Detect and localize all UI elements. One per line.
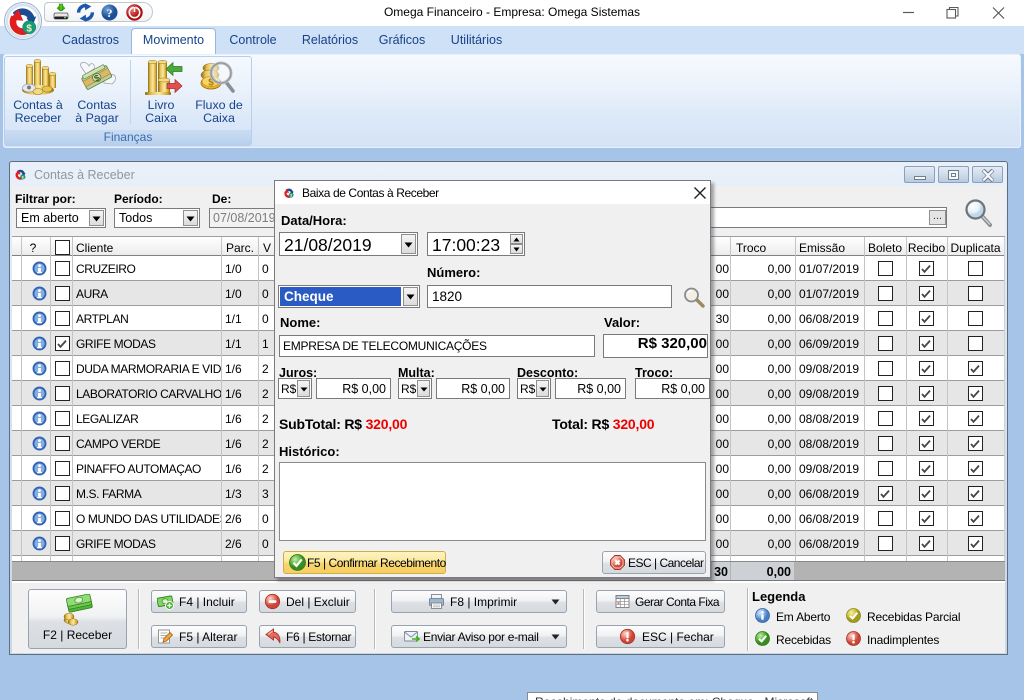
svg-text:$: $	[26, 23, 32, 34]
svg-text:?: ?	[107, 6, 113, 20]
